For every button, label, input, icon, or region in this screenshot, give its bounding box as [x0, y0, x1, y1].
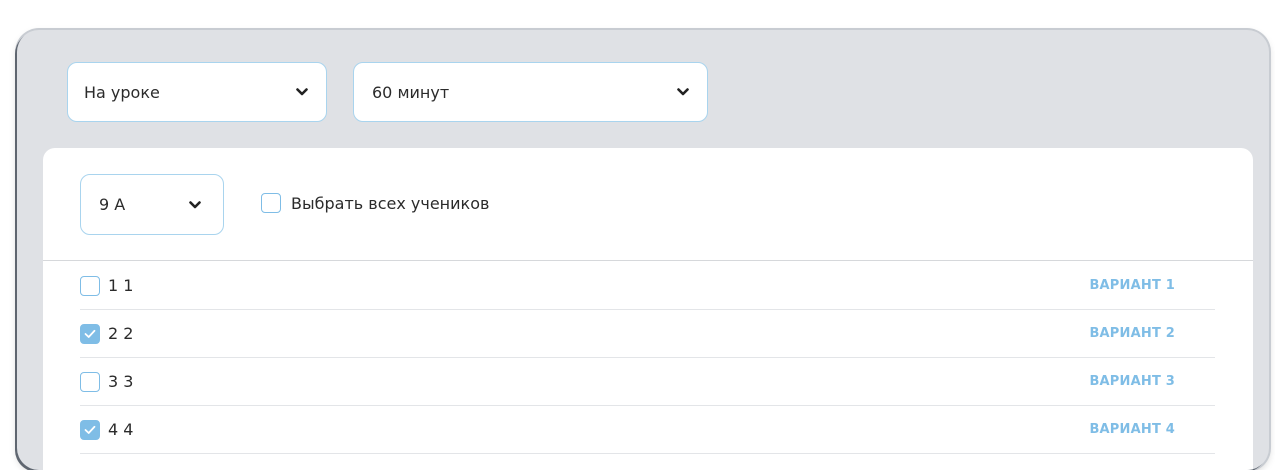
student-row: 2 2 ВАРИАНТ 2: [80, 310, 1215, 358]
class-select[interactable]: 9 А: [80, 174, 224, 235]
check-icon: [84, 425, 96, 434]
select-all-label: Выбрать всех учеников: [291, 193, 490, 213]
variant-link[interactable]: ВАРИАНТ 3: [1089, 374, 1175, 389]
select-all-students[interactable]: Выбрать всех учеников: [261, 193, 489, 213]
student-name: 4 4: [108, 420, 134, 439]
chevron-down-icon: [677, 88, 689, 96]
student-checkbox[interactable]: [80, 371, 100, 392]
mode-select[interactable]: На уроке: [67, 62, 327, 122]
duration-select[interactable]: 60 минут: [353, 62, 708, 122]
students-panel: 9 А Выбрать всех учеников 1 1 ВАРИАНТ 1 …: [43, 148, 1253, 470]
select-all-checkbox[interactable]: [261, 193, 281, 213]
variant-link[interactable]: ВАРИАНТ 1: [1089, 278, 1175, 293]
variant-link[interactable]: ВАРИАНТ 2: [1089, 326, 1175, 341]
student-checkbox[interactable]: [80, 419, 100, 440]
student-row: 3 3 ВАРИАНТ 3: [80, 358, 1215, 406]
student-row: 4 4 ВАРИАНТ 4: [80, 406, 1215, 454]
student-name: 3 3: [108, 372, 134, 391]
class-select-value: 9 А: [99, 195, 126, 214]
chevron-down-icon: [189, 200, 201, 209]
student-row: 1 1 ВАРИАНТ 1: [80, 262, 1215, 310]
student-name: 1 1: [108, 276, 134, 295]
duration-select-value: 60 минут: [372, 82, 450, 102]
student-list: 1 1 ВАРИАНТ 1 2 2 ВАРИАНТ 2 3 3 ВАРИАНТ …: [80, 262, 1215, 454]
student-checkbox[interactable]: [80, 323, 100, 344]
student-checkbox[interactable]: [80, 275, 100, 296]
mode-select-value: На уроке: [84, 82, 160, 102]
chevron-down-icon: [296, 88, 308, 96]
divider: [43, 260, 1253, 261]
variant-link[interactable]: ВАРИАНТ 4: [1089, 422, 1175, 437]
window-frame: На уроке 60 минут 9 А Выбрать всех учени…: [17, 30, 1269, 470]
check-icon: [84, 329, 96, 338]
student-name: 2 2: [108, 324, 134, 343]
